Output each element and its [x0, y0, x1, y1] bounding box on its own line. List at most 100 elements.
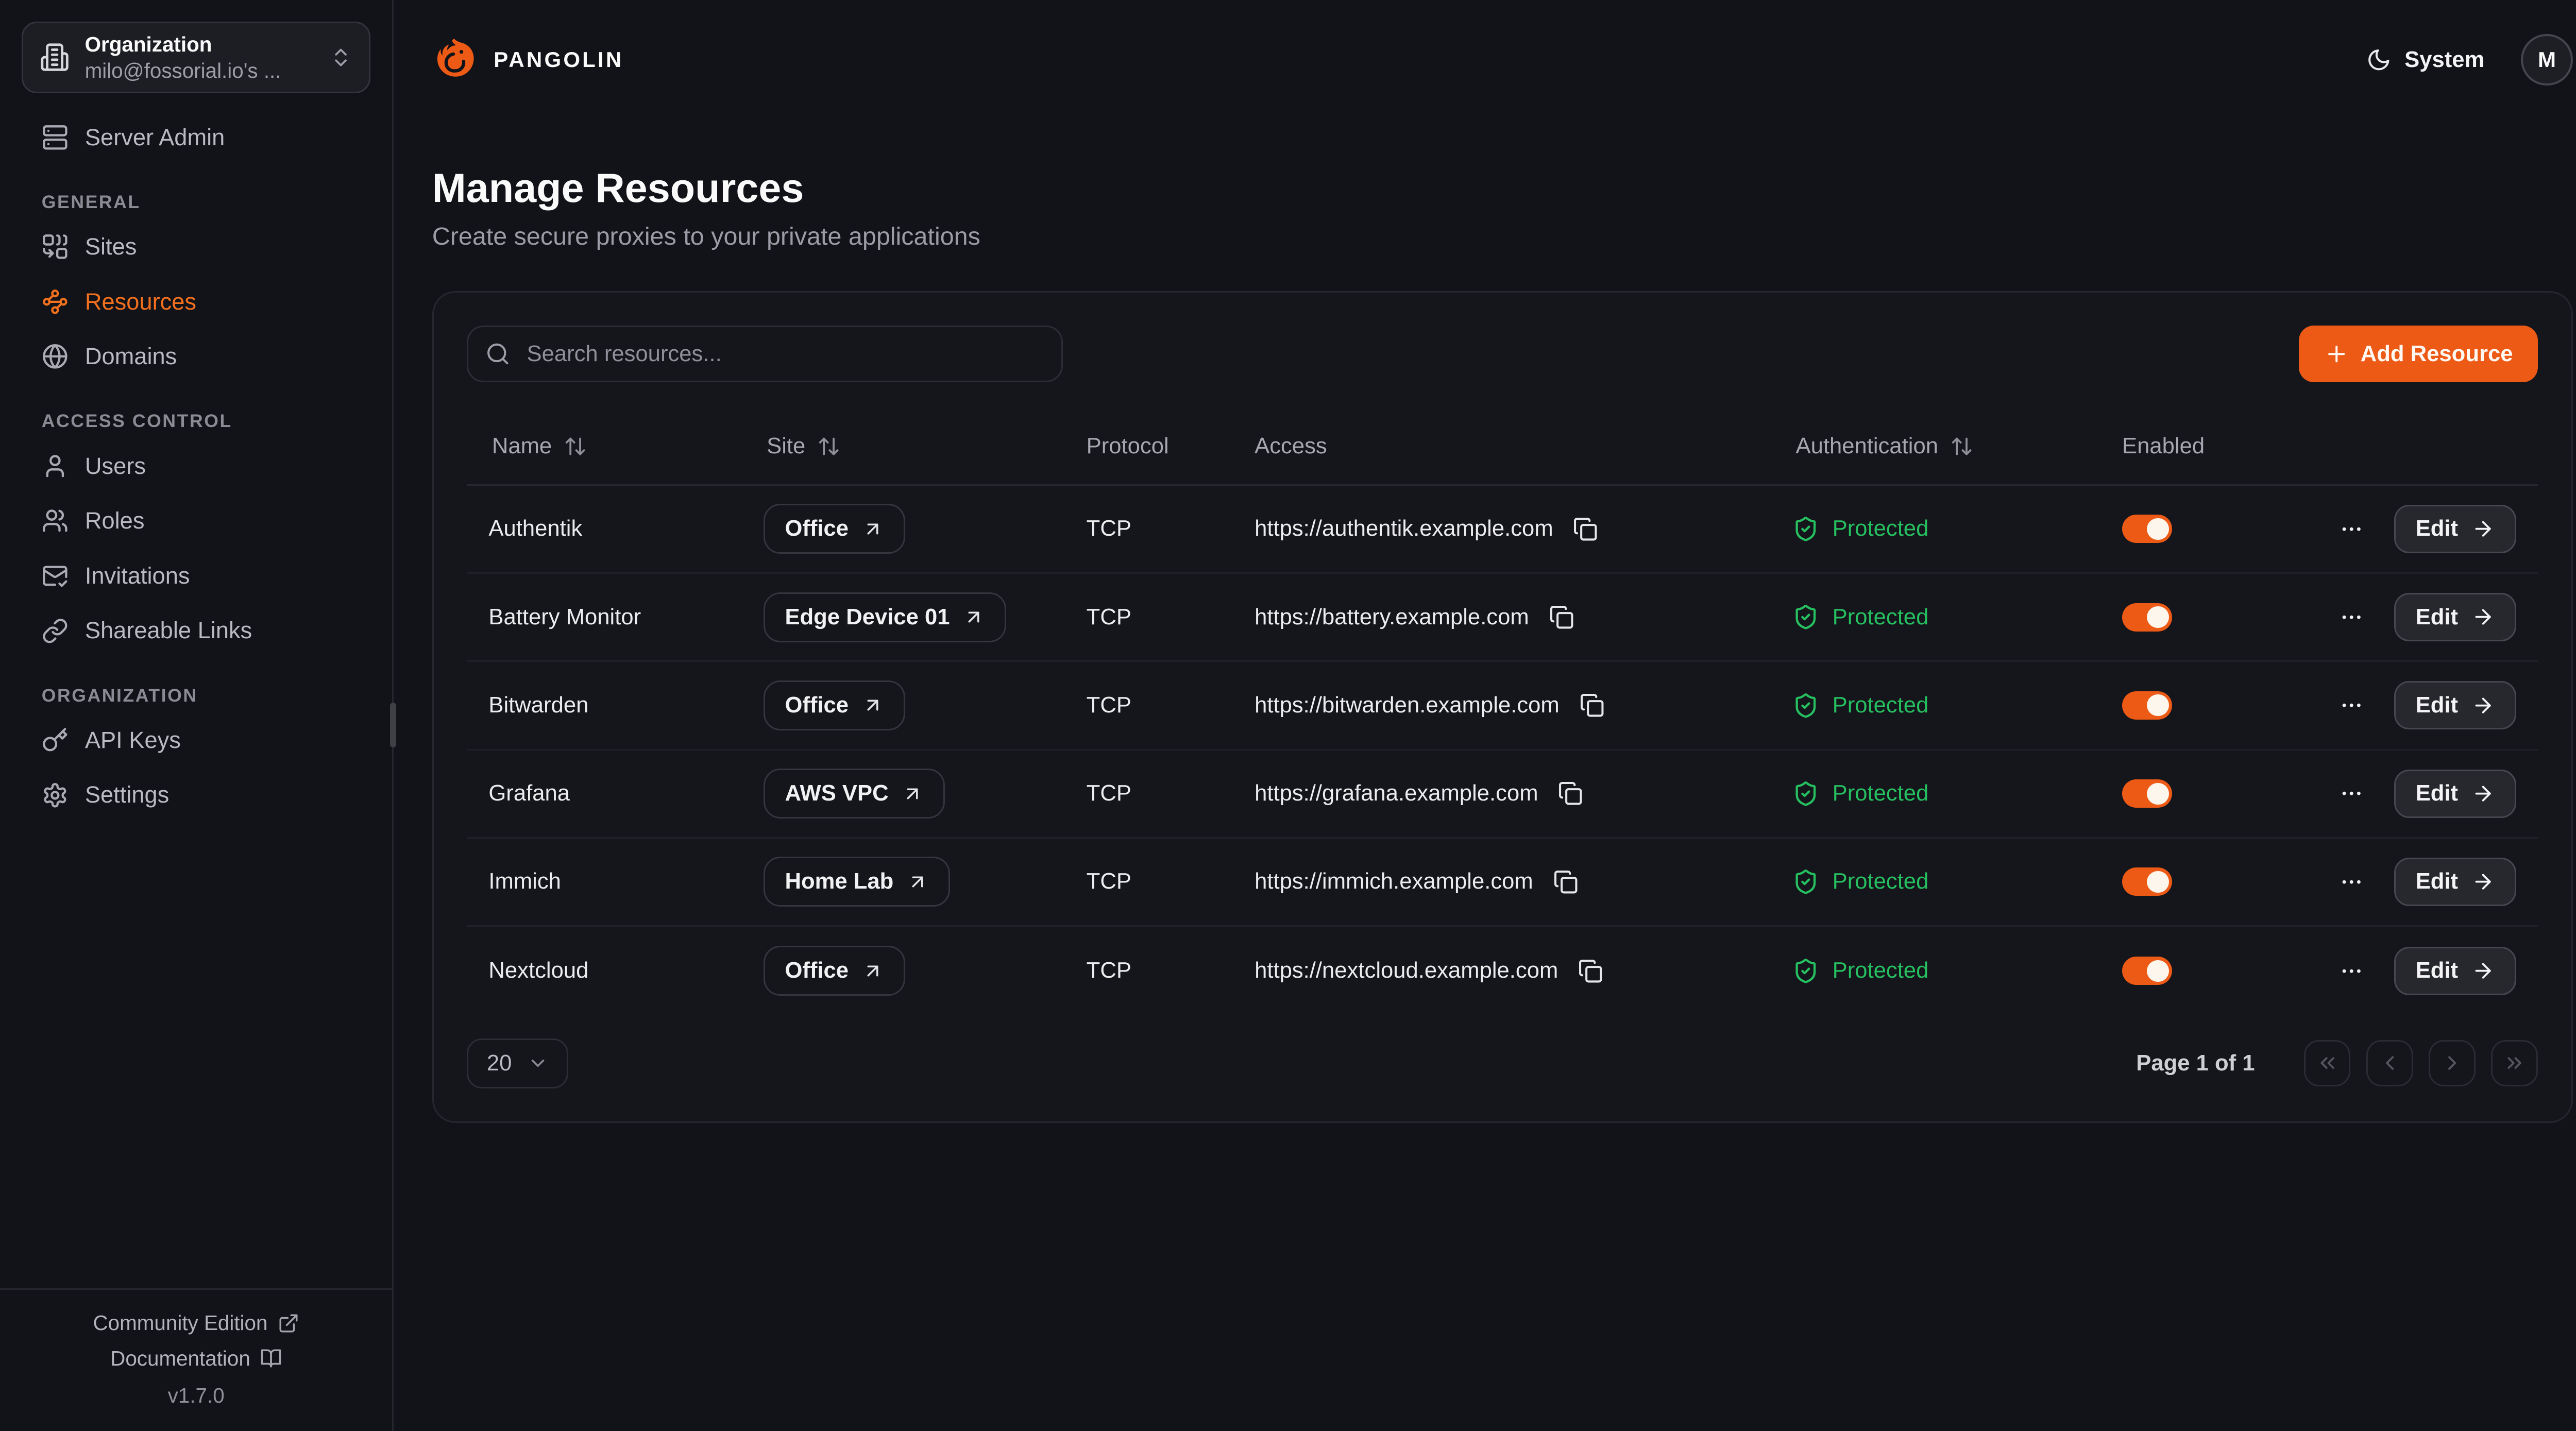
- site-name: Edge Device 01: [785, 605, 950, 630]
- sidebar-item-roles[interactable]: Roles: [22, 493, 370, 549]
- sidebar-item-domains[interactable]: Domains: [22, 329, 370, 384]
- brand-logo[interactable]: PANGOLIN: [432, 37, 624, 83]
- search-input[interactable]: [467, 326, 1063, 382]
- enabled-toggle[interactable]: [2122, 957, 2172, 985]
- enabled-toggle[interactable]: [2122, 515, 2172, 543]
- sidebar-item-server-admin[interactable]: Server Admin: [22, 110, 370, 165]
- version-label: v1.7.0: [168, 1384, 225, 1408]
- page-size-value: 20: [487, 1051, 512, 1076]
- shield-check-icon: [1792, 604, 1819, 631]
- page-title: Manage Resources: [432, 163, 2573, 212]
- last-page-button[interactable]: [2491, 1040, 2537, 1086]
- theme-toggle[interactable]: System: [2366, 47, 2485, 73]
- server-icon: [42, 124, 69, 151]
- sidebar-item-shareable-links[interactable]: Shareable Links: [22, 603, 370, 658]
- ellipsis-icon: [2339, 605, 2364, 629]
- sidebar-item-sites[interactable]: Sites: [22, 219, 370, 275]
- sidebar-resize-handle[interactable]: [390, 703, 397, 747]
- site-link-button[interactable]: Office: [764, 504, 905, 554]
- sidebar-footer: Community Edition Documentation v1.7.0: [0, 1288, 392, 1431]
- protocol-value: TCP: [1087, 781, 1131, 806]
- resource-name: Bitwarden: [488, 693, 588, 718]
- sort-site-button[interactable]: Site: [764, 434, 840, 459]
- copy-icon: [1553, 870, 1578, 894]
- site-link-button[interactable]: Edge Device 01: [764, 592, 1007, 642]
- sort-authentication-button[interactable]: Authentication: [1792, 434, 1973, 459]
- main-area: PANGOLIN System M Manage Resources Creat…: [394, 0, 2576, 1431]
- sort-name-button[interactable]: Name: [488, 434, 587, 459]
- enabled-toggle[interactable]: [2122, 867, 2172, 896]
- access-url: https://authentik.example.com: [1255, 516, 1553, 541]
- row-menu-button[interactable]: [2336, 866, 2367, 897]
- toggle-knob: [2147, 871, 2168, 893]
- access-url: https://immich.example.com: [1255, 869, 1533, 894]
- copy-url-button[interactable]: [1575, 955, 1606, 986]
- edit-button[interactable]: Edit: [2394, 505, 2516, 553]
- page-subtitle: Create secure proxies to your private ap…: [432, 222, 2573, 251]
- row-menu-button[interactable]: [2336, 601, 2367, 633]
- next-page-button[interactable]: [2429, 1040, 2475, 1086]
- copy-url-button[interactable]: [1546, 601, 1577, 633]
- copy-icon: [1558, 781, 1583, 806]
- page-size-select[interactable]: 20: [467, 1038, 568, 1088]
- footer-link-community-edition[interactable]: Community Edition: [93, 1309, 299, 1337]
- arrow-up-right-icon: [862, 694, 884, 716]
- enabled-toggle[interactable]: [2122, 603, 2172, 632]
- row-menu-button[interactable]: [2336, 513, 2367, 544]
- pagination: Page 1 of 1: [2136, 1040, 2538, 1086]
- site-link-button[interactable]: Home Lab: [764, 857, 950, 907]
- avatar[interactable]: M: [2521, 34, 2572, 86]
- enabled-toggle[interactable]: [2122, 691, 2172, 720]
- first-page-button[interactable]: [2304, 1040, 2350, 1086]
- edit-button[interactable]: Edit: [2394, 770, 2516, 818]
- globe-icon: [42, 343, 69, 370]
- edit-button[interactable]: Edit: [2394, 858, 2516, 906]
- copy-url-button[interactable]: [1576, 690, 1607, 721]
- sidebar-item-settings[interactable]: Settings: [22, 768, 370, 823]
- access-url: https://nextcloud.example.com: [1255, 958, 1558, 983]
- site-name: Home Lab: [785, 869, 893, 894]
- site-link-button[interactable]: AWS VPC: [764, 769, 945, 819]
- arrow-up-down-icon: [817, 435, 840, 458]
- site-link-button[interactable]: Office: [764, 680, 905, 730]
- settings-icon: [42, 782, 69, 809]
- edit-button[interactable]: Edit: [2394, 681, 2516, 729]
- search-icon: [485, 342, 510, 366]
- arrow-up-right-icon: [862, 518, 884, 540]
- chevrons-right-icon: [2503, 1051, 2526, 1075]
- arrow-right-icon: [2471, 517, 2495, 540]
- protocol-value: TCP: [1087, 869, 1131, 894]
- auth-status: Protected: [1833, 693, 1929, 718]
- sidebar-item-users[interactable]: Users: [22, 438, 370, 493]
- table-row: Battery MonitorEdge Device 01TCPhttps://…: [467, 574, 2538, 662]
- sidebar-item-resources[interactable]: Resources: [22, 274, 370, 329]
- org-selector[interactable]: Organization milo@fossorial.io's ...: [22, 22, 370, 93]
- access-url: https://bitwarden.example.com: [1255, 693, 1560, 718]
- arrow-up-down-icon: [1950, 435, 1973, 458]
- row-menu-button[interactable]: [2336, 690, 2367, 721]
- shield-check-icon: [1792, 780, 1819, 807]
- table-body: AuthentikOfficeTCPhttps://authentik.exam…: [467, 486, 2538, 1015]
- row-menu-button[interactable]: [2336, 955, 2367, 986]
- add-resource-button[interactable]: Add Resource: [2299, 326, 2538, 382]
- arrow-up-right-icon: [902, 783, 923, 805]
- sidebar-item-invitations[interactable]: Invitations: [22, 548, 370, 603]
- sidebar-item-api-keys[interactable]: API Keys: [22, 712, 370, 768]
- enabled-toggle[interactable]: [2122, 779, 2172, 808]
- site-link-button[interactable]: Office: [764, 946, 905, 996]
- moon-icon: [2366, 47, 2391, 72]
- copy-url-button[interactable]: [1570, 513, 1601, 544]
- copy-url-button[interactable]: [1555, 778, 1586, 809]
- edit-button[interactable]: Edit: [2394, 947, 2516, 995]
- theme-label: System: [2404, 47, 2484, 73]
- footer-link-documentation[interactable]: Documentation: [110, 1345, 282, 1372]
- site-name: Office: [785, 693, 849, 718]
- edit-button[interactable]: Edit: [2394, 593, 2516, 641]
- copy-url-button[interactable]: [1550, 866, 1581, 897]
- row-menu-button[interactable]: [2336, 778, 2367, 809]
- table-row: ImmichHome LabTCPhttps://immich.example.…: [467, 839, 2538, 927]
- sidebar: Organization milo@fossorial.io's ... Ser…: [0, 0, 394, 1431]
- prev-page-button[interactable]: [2366, 1040, 2413, 1086]
- chevrons-up-down-icon: [329, 46, 352, 69]
- shield-check-icon: [1792, 692, 1819, 719]
